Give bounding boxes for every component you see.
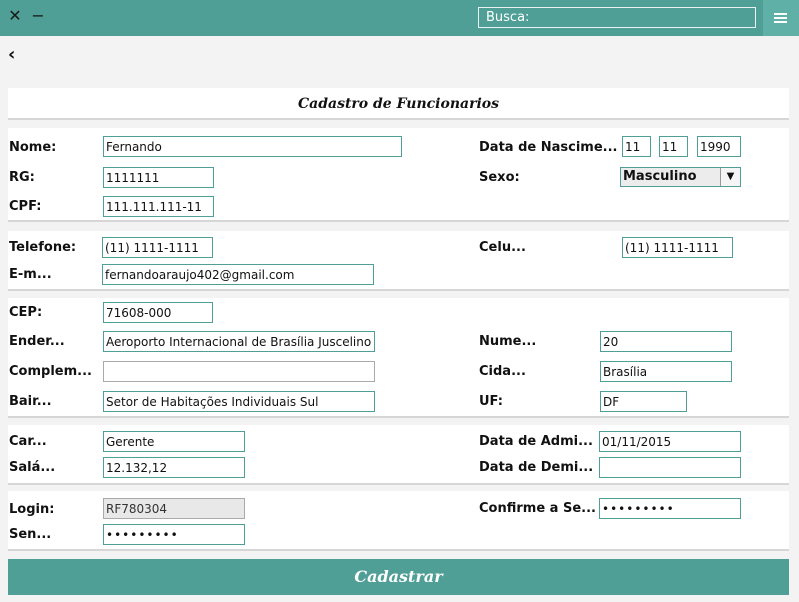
endereco-label: Ender... — [9, 334, 65, 349]
cidade-field[interactable] — [600, 361, 732, 382]
page-title: Cadastro de Funcionarios — [298, 96, 499, 112]
account-section: Login: Confirme a Se... Sen... — [8, 491, 789, 551]
chevron-down-icon[interactable]: ▼ — [720, 168, 740, 186]
sexo-select[interactable]: Masculino ▼ — [620, 167, 741, 187]
numero-field[interactable] — [600, 331, 732, 352]
complemento-label: Complem... — [9, 364, 92, 379]
login-field — [103, 498, 245, 519]
celular-label: Celu... — [479, 240, 526, 255]
numero-label: Nume... — [479, 334, 537, 349]
cargo-label: Car... — [9, 434, 47, 449]
senha-field[interactable] — [103, 524, 245, 545]
form-title-panel: Cadastro de Funcionarios — [8, 88, 789, 120]
demissao-label: Data de Demi... — [479, 460, 594, 475]
cpf-label: CPF: — [9, 199, 42, 214]
telefone-label: Telefone: — [9, 240, 77, 255]
nascimento-year-field[interactable] — [697, 136, 741, 157]
job-section: Car... Data de Admi... Salá... Data de D… — [8, 425, 789, 485]
rg-label: RG: — [9, 170, 35, 185]
senha-label: Sen... — [9, 527, 52, 542]
nascimento-month-field[interactable] — [659, 136, 688, 157]
rg-field[interactable] — [103, 167, 214, 188]
address-section: CEP: Ender... Nume... Complem... Cida...… — [8, 298, 789, 418]
minimize-icon[interactable]: − — [28, 5, 48, 27]
demissao-field[interactable] — [599, 457, 741, 478]
close-icon[interactable]: ✕ — [5, 5, 25, 27]
title-bar: ✕ − — [0, 0, 799, 36]
confirme-senha-label: Confirme a Se... — [479, 501, 596, 516]
telefone-field[interactable] — [102, 237, 213, 258]
sexo-label: Sexo: — [479, 170, 520, 185]
cargo-field[interactable] — [103, 431, 245, 452]
chevron-left-icon[interactable]: ‹ — [8, 45, 15, 65]
cidade-label: Cida... — [479, 364, 526, 379]
hamburger-menu-icon[interactable] — [763, 0, 799, 36]
nascimento-label: Data de Nascime... — [479, 140, 618, 155]
admissao-field[interactable] — [599, 431, 741, 452]
endereco-field[interactable] — [103, 331, 375, 352]
nome-label: Nome: — [9, 140, 57, 155]
contact-section: Telefone: Celu... E-m... — [8, 231, 789, 291]
personal-section: Nome: Data de Nascime... RG: Sexo: Mascu… — [8, 128, 789, 222]
admissao-label: Data de Admi... — [479, 434, 593, 449]
cpf-field[interactable] — [103, 196, 214, 217]
email-field[interactable] — [102, 264, 374, 285]
nome-field[interactable] — [103, 136, 402, 157]
search-input[interactable] — [478, 7, 756, 28]
uf-label: UF: — [479, 394, 503, 409]
sexo-value: Masculino — [623, 169, 697, 184]
complemento-field[interactable] — [103, 361, 375, 382]
email-label: E-m... — [9, 267, 52, 282]
login-label: Login: — [9, 502, 55, 517]
salario-field[interactable] — [103, 457, 245, 478]
salario-label: Salá... — [9, 460, 56, 475]
cadastrar-button[interactable]: Cadastrar — [8, 559, 789, 595]
bairro-label: Bair... — [9, 394, 52, 409]
bairro-field[interactable] — [103, 391, 375, 412]
uf-field[interactable] — [600, 391, 687, 412]
confirme-senha-field[interactable] — [599, 498, 741, 519]
nascimento-day-field[interactable] — [622, 136, 651, 157]
cep-field[interactable] — [103, 302, 213, 323]
celular-field[interactable] — [622, 237, 733, 258]
cep-label: CEP: — [9, 305, 43, 320]
